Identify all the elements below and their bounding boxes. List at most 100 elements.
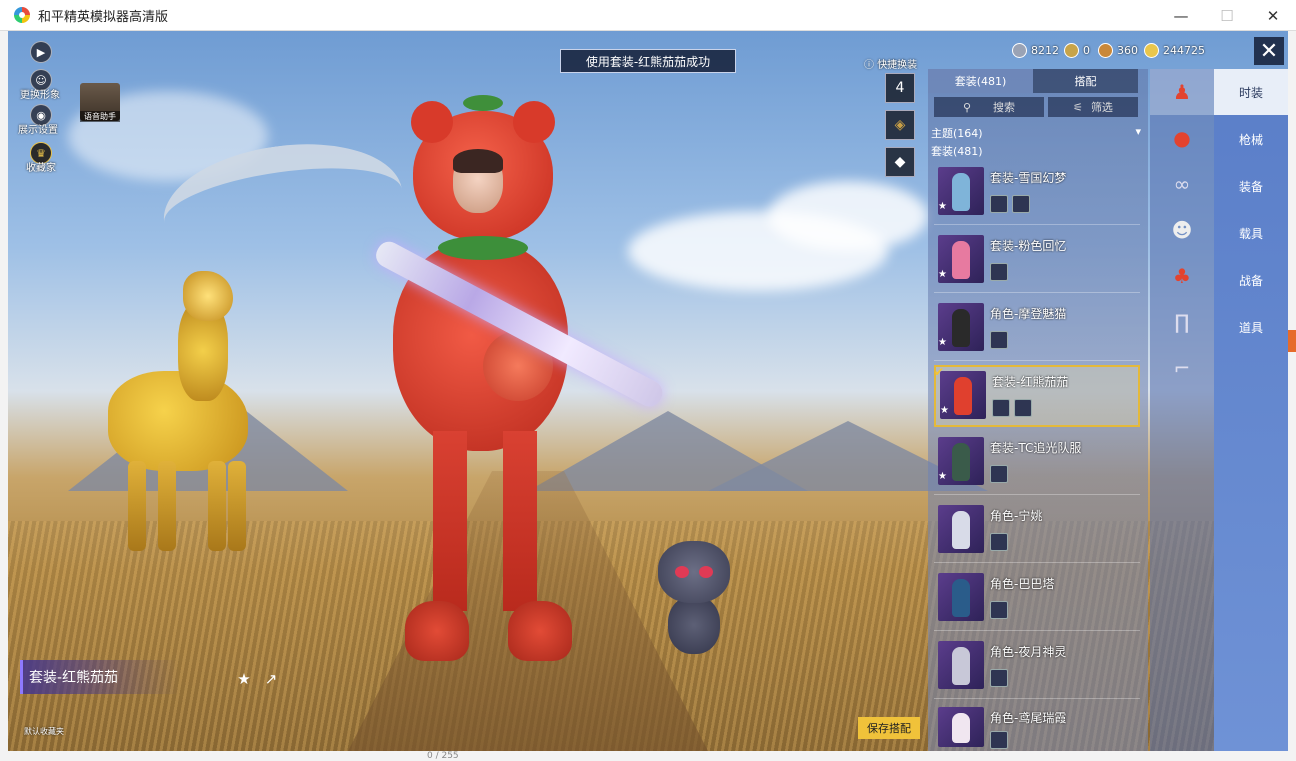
outfit-name: 角色-夜月神灵 xyxy=(990,645,1067,659)
part-icon xyxy=(990,465,1008,483)
outfit-figure xyxy=(952,443,970,481)
mask-icon[interactable]: ☻ xyxy=(1150,207,1214,253)
tab-equipment[interactable]: 装备 xyxy=(1214,163,1288,209)
outfit-figure xyxy=(952,309,970,347)
category-column: ♟ ● ∞ ☻ ♣ ∏ ⌐ xyxy=(1150,69,1214,751)
part-icon xyxy=(1014,399,1032,417)
part-icon xyxy=(992,399,1010,417)
maximize-button[interactable]: ☐ xyxy=(1204,0,1250,31)
tab-vehicles[interactable]: 载具 xyxy=(1214,210,1288,256)
quick-swap[interactable]: ⓘ 快捷换装 xyxy=(864,56,917,71)
bronze-coin-icon xyxy=(1098,42,1113,58)
outfit-parts xyxy=(992,399,1032,417)
tab-outfits[interactable]: 套装(481) xyxy=(928,69,1033,93)
search-button[interactable]: ⚲ 搜索 xyxy=(934,97,1044,117)
list-item[interactable]: 角色-巴巴塔 xyxy=(934,569,1140,631)
help-icon[interactable]: ⓘ xyxy=(864,60,874,71)
favorites-label[interactable]: 收藏家 xyxy=(26,159,56,174)
filter-button[interactable]: ⚟ 筛选 xyxy=(1048,97,1138,117)
dropdown-arrow-icon: ▾ xyxy=(1135,125,1141,138)
list-item[interactable]: 角色-宁姚 xyxy=(934,501,1140,563)
outfit-name: 套装-粉色回忆 xyxy=(990,239,1067,253)
display-settings-label[interactable]: 展示设置 xyxy=(18,121,58,136)
pet-head xyxy=(658,541,730,603)
player-character xyxy=(383,95,613,661)
bronze-coin-value: 360 xyxy=(1117,43,1138,57)
close-wardrobe-button[interactable]: ✕ xyxy=(1254,37,1284,65)
edge-tab xyxy=(1288,330,1296,352)
outfit-thumbnail xyxy=(938,641,984,689)
silver-coupon-icon xyxy=(1012,42,1027,58)
outfit-figure xyxy=(952,647,970,685)
wardrobe-slot-count: 4 xyxy=(895,80,905,96)
list-item[interactable]: 角色-鸢尾瑞霞 xyxy=(934,703,1140,751)
outfit-thumbnail xyxy=(938,573,984,621)
tab-items[interactable]: 道具 xyxy=(1214,304,1288,350)
quick-swap-label[interactable]: 快捷换装 xyxy=(877,60,917,71)
list-item[interactable]: ★ 角色-摩登魅猫 xyxy=(934,299,1140,361)
outfit-figure xyxy=(952,579,970,617)
section-tabs: 时装 枪械 装备 载具 战备 道具 xyxy=(1214,69,1288,751)
outfit-figure xyxy=(952,173,970,211)
tab-firearms[interactable]: 枪械 xyxy=(1214,116,1288,162)
leaf-collar xyxy=(438,236,528,260)
currency-bronze: 360 xyxy=(1098,41,1138,59)
save-combo-button[interactable]: 保存搭配 xyxy=(858,717,920,739)
share-icon[interactable]: ↗ xyxy=(260,669,282,689)
cloud xyxy=(768,181,928,251)
voice-assistant-label[interactable]: 语音助手 xyxy=(80,111,120,122)
window-controls: — ☐ ✕ xyxy=(1158,0,1296,31)
part-icon xyxy=(1012,195,1030,213)
outfit-name: 角色-鸢尾瑞霞 xyxy=(990,711,1067,725)
part-icon xyxy=(990,331,1008,349)
right-boot xyxy=(508,601,572,661)
character-hair xyxy=(453,149,503,173)
pants-icon[interactable]: ∏ xyxy=(1150,299,1214,345)
wardrobe-slot-button[interactable]: 4 xyxy=(885,73,915,103)
shoes-icon[interactable]: ⌐ xyxy=(1150,345,1214,391)
close-window-button[interactable]: ✕ xyxy=(1250,0,1296,31)
search-label: 搜索 xyxy=(993,101,1016,114)
glasses-icon[interactable]: ∞ xyxy=(1150,161,1214,207)
play-button[interactable]: ▶ xyxy=(30,41,52,63)
pet-eye xyxy=(699,566,713,578)
outfit-name: 套装-红熊茄茄 xyxy=(992,375,1069,389)
outfit-list-panel: 套装(481) 搭配 ⚲ 搜索 ⚟ 筛选 主题(164) ▾ 套装(481) ★… xyxy=(928,69,1148,751)
outfit-parts xyxy=(990,465,1008,483)
list-item-selected[interactable]: ✔ ★ 套装-红熊茄茄 xyxy=(934,365,1140,427)
outfit-name: 角色-摩登魅猫 xyxy=(990,307,1067,321)
token-value: 0 xyxy=(1083,43,1090,57)
part-icon xyxy=(990,533,1008,551)
outfit-parts xyxy=(990,263,1008,281)
filter-label: 筛选 xyxy=(1090,101,1113,114)
part-icon xyxy=(990,263,1008,281)
theme-dropdown[interactable]: 主题(164) ▾ xyxy=(931,125,1141,141)
outfit-name: 套装-雪国幻梦 xyxy=(990,171,1067,185)
change-look-label[interactable]: 更换形象 xyxy=(20,86,60,101)
top-icon[interactable]: ♣ xyxy=(1150,253,1214,299)
tab-fashion[interactable]: 时装 xyxy=(1214,69,1288,115)
list-item[interactable]: ★ 套装-TC追光队服 xyxy=(934,433,1140,495)
part-icon xyxy=(990,669,1008,687)
window-titlebar: 和平精英模拟器高清版 — ☐ ✕ xyxy=(0,0,1296,31)
diamond-slot-button[interactable]: ◆ xyxy=(885,147,915,177)
outfit-parts xyxy=(990,195,1030,213)
tomato-pendant-icon[interactable]: ● xyxy=(1150,115,1214,161)
silver-coupon-value: 8212 xyxy=(1031,43,1059,57)
list-item[interactable]: ★ 套装-雪国幻梦 xyxy=(934,163,1140,225)
add-favorite-icon[interactable]: ★ xyxy=(233,669,255,689)
currency-gold: 244725 xyxy=(1144,41,1205,59)
currency-silver: 8212 xyxy=(1012,41,1059,59)
tab-combat-gear[interactable]: 战备 xyxy=(1214,257,1288,303)
below-window-counter: 0 / 255 xyxy=(427,751,459,761)
qilin-leg xyxy=(128,461,146,551)
list-item[interactable]: ★ 套装-粉色回忆 xyxy=(934,231,1140,293)
outfit-icon[interactable]: ♟ xyxy=(1150,69,1214,115)
emblem-slot-button[interactable]: ◈ xyxy=(885,110,915,140)
tab-combos[interactable]: 搭配 xyxy=(1033,69,1138,93)
default-favorites-label[interactable]: 默认收藏夹 xyxy=(24,726,64,737)
minimize-button[interactable]: — xyxy=(1158,0,1204,31)
hood-ear xyxy=(411,101,453,143)
left-leg xyxy=(433,431,467,611)
list-item[interactable]: 角色-夜月神灵 xyxy=(934,637,1140,699)
